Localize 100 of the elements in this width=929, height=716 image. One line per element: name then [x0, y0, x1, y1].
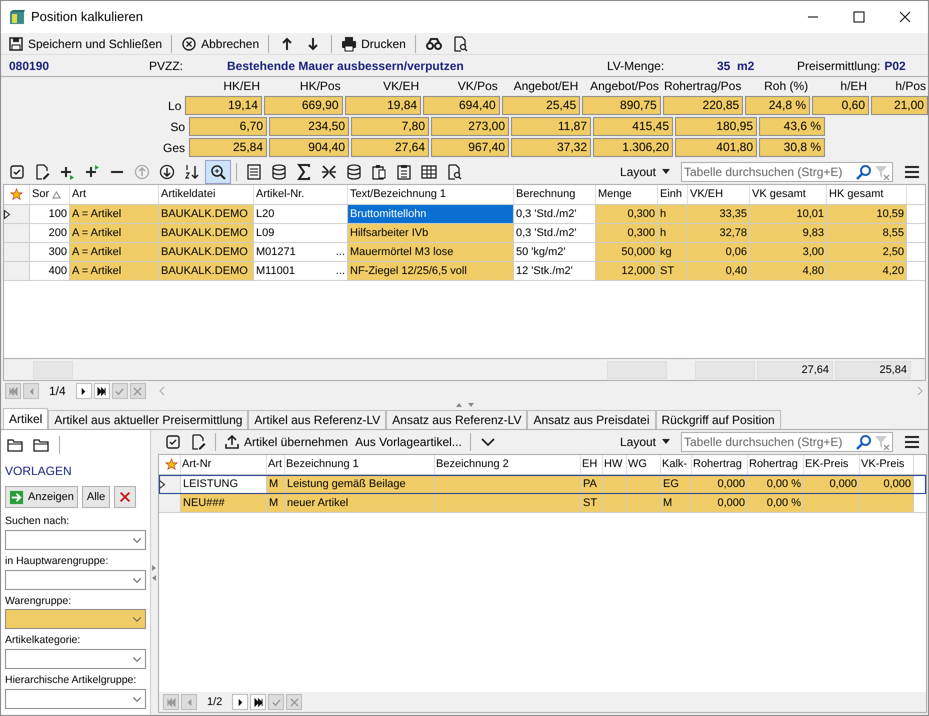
table-cell: 32,78: [688, 224, 750, 242]
cancel-button[interactable]: Abbrechen: [178, 32, 262, 54]
table-cell: LEISTUNG: [181, 475, 267, 493]
delete-button[interactable]: [114, 486, 136, 508]
summary-value-cell: 24,8 %: [745, 96, 810, 115]
panel-title: VORLAGEN: [5, 463, 73, 480]
binoculars-icon: [426, 36, 442, 52]
column-header[interactable]: WG: [627, 455, 661, 474]
table-cell: A = Artikel: [70, 205, 159, 223]
summary-value-cell: 180,95: [675, 117, 757, 136]
database-icon: [346, 164, 362, 180]
next-icon: [236, 698, 245, 706]
column-header[interactable]: EK-Preis: [804, 455, 860, 474]
last-page-button[interactable]: [94, 383, 110, 399]
summary-value-cell: 30,8 %: [759, 138, 825, 157]
print-button[interactable]: Drucken: [338, 32, 409, 54]
tab[interactable]: Artikel aus Referenz-LV: [248, 410, 386, 429]
row-header[interactable]: [159, 475, 181, 493]
layout-dropdown[interactable]: Layout: [616, 162, 674, 182]
paste-icon: [396, 164, 412, 180]
table-cell: 0,00 %: [748, 494, 804, 512]
layout-dropdown[interactable]: Layout: [616, 432, 674, 452]
next-page-button[interactable]: [76, 383, 92, 399]
summary-value-cell: 234,50: [269, 117, 349, 136]
first-page-icon: [8, 386, 18, 396]
clear-filter-button[interactable]: [874, 164, 890, 180]
tab[interactable]: Artikel aus aktueller Preisermittlung: [48, 410, 248, 429]
column-header[interactable]: Text/Bezeichnung 1: [348, 185, 514, 204]
total-cell: 27,64: [757, 360, 833, 378]
close-icon: [290, 698, 299, 706]
table-cell: A = Artikel: [70, 224, 159, 242]
column-header[interactable]: Sor: [30, 185, 70, 204]
tab[interactable]: Rückgriff auf Position: [656, 410, 781, 429]
next-page-button[interactable]: [232, 694, 248, 710]
dropdown-field[interactable]: [5, 688, 146, 709]
field-label: in Hauptwarengruppe:: [5, 554, 110, 569]
upload-icon: [224, 434, 240, 450]
search-field[interactable]: Tabelle durchsuchen (Strg+E): [681, 162, 893, 182]
table-cell: M: [661, 494, 692, 512]
column-header[interactable]: Kalk-: [661, 455, 692, 474]
save-close-button[interactable]: Speichern und Schließen: [5, 32, 166, 54]
checkbox-icon: [9, 164, 25, 180]
tab[interactable]: Artikel: [3, 408, 48, 429]
column-header[interactable]: EH: [581, 455, 603, 474]
summary-row-label: Lo: [167, 98, 182, 114]
column-header[interactable]: Artikel-Nr.: [254, 185, 348, 204]
last-page-button[interactable]: [250, 694, 266, 710]
dropdown-field[interactable]: [5, 609, 146, 630]
column-header[interactable]: Rohertrag: [748, 455, 804, 474]
tab[interactable]: Ansatz aus Preisdatei: [527, 410, 656, 429]
row-pointer-icon: [4, 210, 10, 218]
summary-value-cell: 25,84: [189, 138, 267, 157]
show-button[interactable]: Anzeigen: [5, 486, 78, 508]
column-header[interactable]: Menge: [596, 185, 658, 204]
clear-filter-button[interactable]: [874, 434, 890, 450]
column-header[interactable]: VK/EH: [688, 185, 750, 204]
column-header[interactable]: Bezeichnung 1: [285, 455, 435, 474]
folder-icon: [7, 437, 23, 453]
column-header[interactable]: Bezeichnung 2: [435, 455, 581, 474]
table-cell: neuer Artikel: [285, 494, 435, 512]
lookup-button[interactable]: ...: [336, 244, 345, 260]
column-header[interactable]: VK gesamt: [750, 185, 827, 204]
column-header[interactable]: Berechnung: [514, 185, 596, 204]
row-header[interactable]: [4, 205, 30, 223]
sort-icon: [184, 164, 200, 180]
last-page-icon: [254, 698, 263, 706]
clear-filter-icon: [874, 434, 890, 450]
search-icon: [856, 164, 872, 180]
table-cell: kg: [658, 243, 688, 261]
column-header[interactable]: Einh: [658, 185, 688, 204]
last-page-icon: [97, 386, 106, 396]
column-header[interactable]: Art-Nr: [181, 455, 267, 474]
table-cell: 0,3 'Std./m2': [514, 205, 596, 223]
column-header[interactable]: Artikeldatei: [159, 185, 254, 204]
lookup-button[interactable]: ...: [336, 262, 345, 280]
field-label: Artikelkategorie:: [5, 633, 82, 648]
document-search-icon: [452, 36, 468, 52]
column-header[interactable]: HK gesamt: [827, 185, 907, 204]
column-header[interactable]: VK-Preis: [860, 455, 914, 474]
search-icon: [856, 434, 872, 450]
all-button[interactable]: Alle: [82, 486, 110, 508]
tab[interactable]: Ansatz aus Referenz-LV: [386, 410, 528, 429]
column-header[interactable]: Art: [70, 185, 159, 204]
dropdown-field[interactable]: [5, 570, 146, 590]
search-field[interactable]: Tabelle durchsuchen (Strg+E): [681, 432, 893, 452]
splitter-handle-icon[interactable]: [454, 402, 474, 408]
column-header[interactable]: Art: [267, 455, 285, 474]
field-label: Warengruppe:: [5, 594, 72, 608]
column-header[interactable]: HW: [603, 455, 627, 474]
template-button[interactable]: Aus Vorlageartikel...: [352, 431, 465, 453]
summary-row-label: So: [169, 118, 186, 136]
dropdown-field[interactable]: [5, 530, 146, 550]
column-header[interactable]: Rohertrag: [692, 455, 748, 474]
dropdown-field[interactable]: [5, 649, 146, 669]
take-over-button[interactable]: Artikel übernehmen: [221, 431, 352, 453]
summary-value-cell: 0,60: [812, 96, 870, 115]
table-cell: NEU###: [181, 494, 267, 512]
summary-value-cell: 7,80: [351, 117, 429, 136]
summary-column-header: h/EH: [839, 78, 868, 95]
table-cell: 2,50: [827, 243, 907, 261]
